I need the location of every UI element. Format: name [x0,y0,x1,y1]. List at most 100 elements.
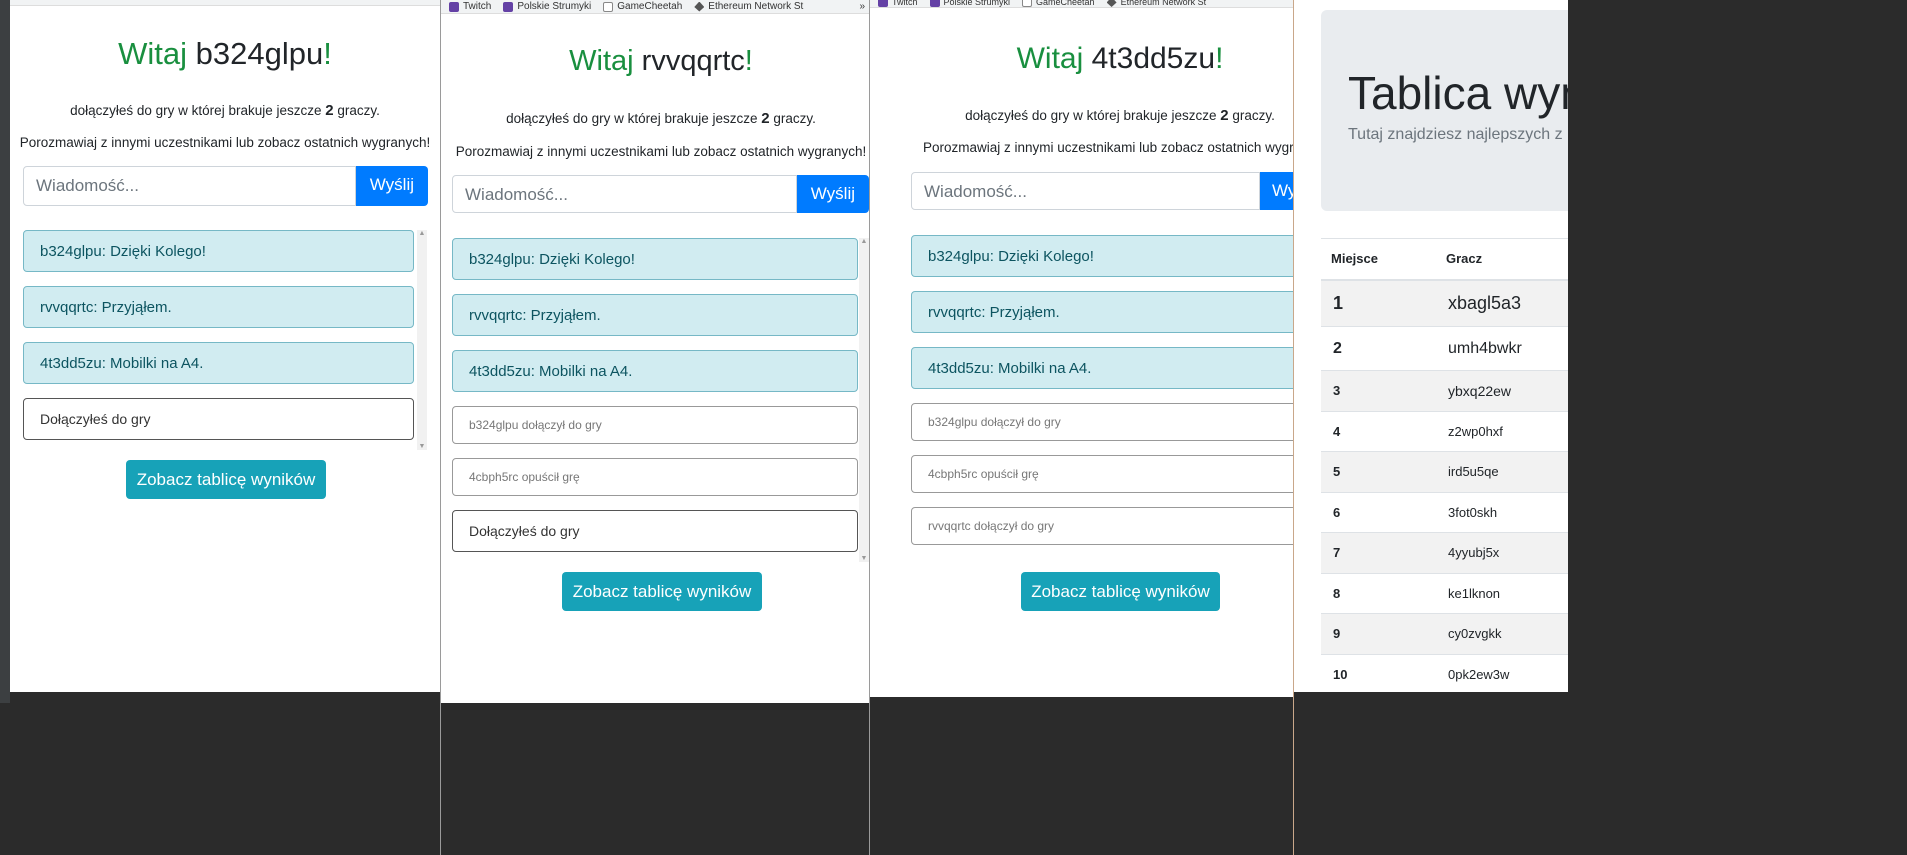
player-cell: ybxq22ew [1436,370,1568,411]
list-item: 4cbph5rc opuścił grę [452,458,858,496]
scroll-up-icon[interactable]: ▲ [417,230,427,237]
list-item: rvvqqrtc: Przyjąłem. [452,294,858,336]
twitch-icon [503,1,514,12]
message-input[interactable]: Wiadomość... [911,172,1260,210]
bookmark-polskie-strumyki[interactable]: Polskie Strumyki [929,0,1010,7]
missing-count: 2 [325,102,334,119]
list-item: 4cbph5rc opuścił grę [911,455,1293,493]
table-row: 9 cy0zvgkk [1321,613,1568,654]
exclamation: ! [744,45,753,77]
bookmark-twitch[interactable]: Twitch [878,0,918,7]
rank-cell: 7 [1321,532,1436,573]
bookmark-ethereum[interactable]: Ethereum Network St [1106,0,1207,7]
list-item: Dołączyłeś do gry [452,510,858,552]
bookmark-label: Twitch [892,0,918,7]
rank-cell: 3 [1321,370,1436,411]
message-input[interactable]: Wiadomość... [23,166,356,206]
game-window-1: Witaj b324glpu! dołączyłeś do gry w któr… [10,0,440,692]
message-list[interactable]: b324glpu: Dzięki Kolego! rvvqqrtc: Przyj… [911,235,1293,563]
chat-hint: Porozmawiaj z innymi uczestnikami lub zo… [923,140,1293,155]
greeting-heading: Witaj rvvqqrtc! [441,45,869,78]
bookmark-label: GameCheetah [617,1,683,12]
scoreboard-button[interactable]: Zobacz tablicę wyników [126,460,326,499]
list-item: 4t3dd5zu: Mobilki na A4. [911,347,1293,389]
bookmark-label: Polskie Strumyki [517,1,592,12]
document-icon [1022,0,1033,7]
table-header-row: Miejsce Gracz [1321,238,1568,281]
message-list[interactable]: b324glpu: Dzięki Kolego! rvvqqrtc: Przyj… [452,238,858,562]
rank-cell: 10 [1321,653,1436,692]
exclamation: ! [1215,42,1224,75]
bookmarks-overflow-icon[interactable]: » [859,1,865,12]
twitch-icon [449,1,459,12]
message-list[interactable]: b324glpu: Dzięki Kolego! rvvqqrtc: Przyj… [23,230,414,450]
player-cell: ke1lknon [1436,572,1568,614]
list-item: b324glpu dołączył do gry [911,403,1293,441]
player-cell: cy0zvgkk [1436,613,1568,654]
scroll-up-icon[interactable]: ▲ [859,238,869,245]
send-button[interactable]: Wyślij [796,175,869,213]
scoreboard-button[interactable]: Zobacz tablicę wyników [562,572,762,611]
info-after: graczy. [773,111,816,126]
bookmark-gamecheetah[interactable]: GameCheetah [603,1,682,12]
bookmark-gamecheetah[interactable]: GameCheetah [1022,0,1095,7]
rank-cell: 2 [1321,326,1436,371]
bookmarks-bar: Twitch Polskie Strumyki GameCheetah Ethe… [441,0,869,14]
rank-cell: 4 [1321,410,1436,452]
bookmark-polskie-strumyki[interactable]: Polskie Strumyki [503,1,591,12]
greeting-heading: Witaj b324glpu! [10,36,440,72]
scroll-down-icon[interactable]: ▼ [417,443,427,450]
page-title: Tablica wyni [1348,67,1568,119]
greeting-heading: Witaj 4t3dd5zu! [870,42,1293,76]
message-input-group: Wiadomość... Wyślij [452,175,869,213]
ethereum-icon [1106,0,1117,7]
twitch-icon [929,0,940,7]
rank-cell: 6 [1321,491,1436,533]
bookmarks-bar [10,0,440,6]
rank-cell: 8 [1321,572,1436,614]
bookmark-twitch[interactable]: Twitch [449,1,491,12]
scoreboard-header: Tablica wyni Tutaj znajdziesz najlepszyc… [1321,10,1568,211]
bookmark-label: Ethereum Network St [708,1,804,12]
table-row: 1 xbagl5a3 [1321,279,1568,327]
info-before: dołączyłeś do gry w której brakuje jeszc… [965,108,1217,123]
bookmark-label: Twitch [463,1,492,12]
document-icon [603,1,614,12]
column-header-player: Gracz [1436,238,1568,281]
player-cell: z2wp0hxf [1436,410,1568,452]
bookmarks-bar: Twitch Polskie Strumyki GameCheetah Ethe… [870,0,1293,8]
table-row: 7 4yyubj5x [1321,532,1568,573]
background-app-strip [0,0,10,703]
chat-hint: Porozmawiaj z innymi uczestnikami lub zo… [19,135,431,150]
table-row: 5 ird5u5qe [1321,451,1568,492]
twitch-icon [878,0,888,7]
player-cell: 3fot0skh [1436,491,1568,533]
info-after: graczy. [1232,108,1275,123]
rank-cell: 9 [1321,613,1436,654]
list-item: rvvqqrtc: Przyjąłem. [911,291,1293,333]
username: 4t3dd5zu [1091,42,1216,75]
list-item: rvvqqrtc dołączył do gry [911,507,1293,545]
game-window-2: Twitch Polskie Strumyki GameCheetah Ethe… [441,0,869,703]
players-missing-text: dołączyłeś do gry w której brakuje jeszc… [10,102,440,119]
player-cell: umh4bwkr [1436,326,1568,371]
players-missing-text: dołączyłeś do gry w której brakuje jeszc… [870,107,1293,124]
username: b324glpu [195,36,324,71]
bookmark-ethereum[interactable]: Ethereum Network St [694,1,803,12]
players-missing-text: dołączyłeś do gry w której brakuje jeszc… [441,110,869,127]
send-button[interactable]: Wyślij [355,166,428,206]
message-input-group: Wiadomość... Wy [911,172,1293,210]
scroll-down-icon[interactable]: ▼ [859,555,869,562]
bookmark-label: Ethereum Network St [1120,0,1207,7]
message-input[interactable]: Wiadomość... [452,175,797,213]
send-button[interactable]: Wy [1260,172,1293,210]
message-scrollbar[interactable]: ▲ ▼ [417,230,427,450]
table-row: 6 3fot0skh [1321,491,1568,533]
missing-count: 2 [1220,107,1229,124]
scoreboard-table: Miejsce Gracz 1 xbagl5a3 2 umh4bwkr 3 ybxq2… [1321,238,1568,692]
missing-count: 2 [761,110,770,127]
greet-word: Witaj [1016,42,1084,75]
scoreboard-button[interactable]: Zobacz tablicę wyników [1021,572,1220,611]
message-scrollbar[interactable]: ▲ ▼ [859,238,869,562]
list-item: b324glpu: Dzięki Kolego! [452,238,858,280]
